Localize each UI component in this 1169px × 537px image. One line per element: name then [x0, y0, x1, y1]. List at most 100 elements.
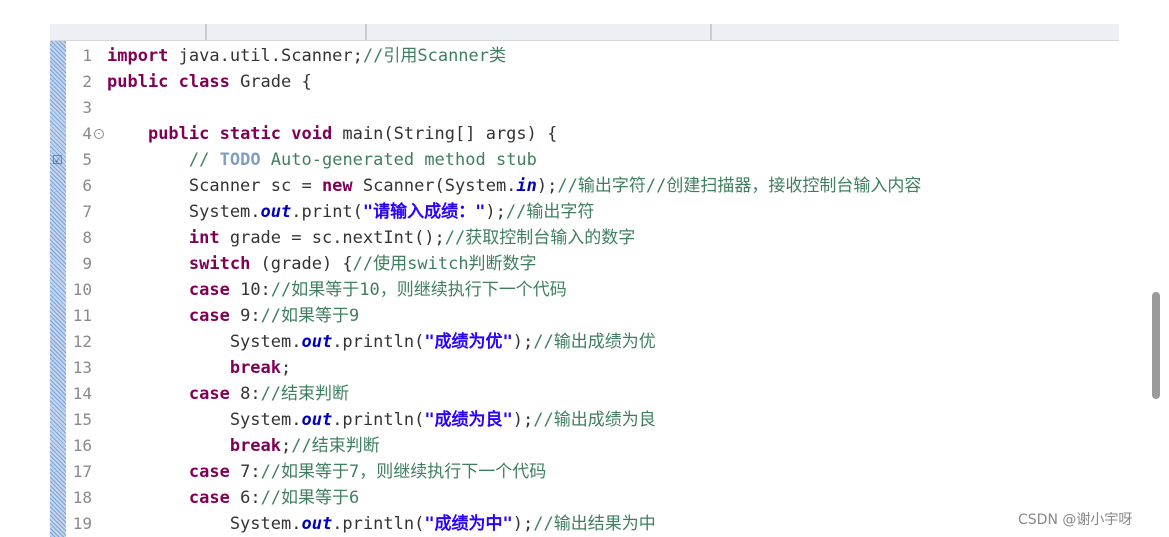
line-number: 12: [72, 332, 92, 351]
code-token: int: [188, 228, 220, 248]
code-token: //获取控制台输入的数字: [444, 228, 636, 248]
code-text: System.out.println("成绩为中");//输出结果为中: [107, 511, 656, 537]
code-token: grade = sc.nextInt();: [219, 228, 445, 248]
code-token: main(String[] args) {: [332, 124, 558, 144]
code-token: case: [188, 280, 230, 300]
code-text: System.out.println("成绩为良");//输出成绩为良: [107, 407, 656, 433]
code-token: break: [229, 358, 282, 378]
code-token: //如果等于6: [260, 488, 360, 508]
code-token: out: [301, 410, 333, 430]
code-token: 10:: [229, 280, 271, 300]
task-marker-icon[interactable]: ☑: [52, 153, 64, 167]
code-token: case: [188, 488, 230, 508]
code-text: case 9://如果等于9: [107, 303, 359, 329]
line-number: 8: [82, 228, 92, 247]
code-token: Scanner(System.: [352, 176, 517, 196]
code-token: (grade) {: [250, 254, 353, 274]
code-token: //结束判断: [291, 436, 380, 456]
editor-tab-strip[interactable]: [50, 24, 1119, 41]
code-text: break;//结束判断: [107, 433, 380, 459]
code-text: switch (grade) {//使用switch判断数字: [107, 251, 537, 277]
code-token: 6:: [229, 488, 261, 508]
code-token: System.: [107, 202, 261, 222]
line-number: 6: [82, 176, 92, 195]
code-token: public static void: [147, 124, 333, 144]
line-number: 14: [72, 384, 92, 403]
line-number: 19: [72, 514, 92, 533]
code-token: //结束判断: [260, 384, 350, 404]
code-text: public static void main(String[] args) {: [107, 121, 557, 147]
code-token: .println(: [332, 514, 425, 534]
code-token: import: [107, 46, 169, 66]
code-token: .print(: [291, 202, 363, 222]
code-token: TODO: [219, 150, 261, 170]
code-token: break: [229, 436, 282, 456]
code-token: //: [188, 150, 220, 170]
code-token: 8:: [229, 384, 261, 404]
line-number: 1: [82, 46, 92, 65]
line-number: 13: [72, 358, 92, 377]
line-number: 10: [72, 280, 92, 299]
tab-divider: [365, 24, 367, 40]
watermark: CSDN @谢小宇呀: [1018, 512, 1133, 528]
line-number: 9: [82, 254, 92, 273]
code-token: new: [321, 176, 353, 196]
code-token: //如果等于7，则继续执行下一个代码: [260, 462, 547, 482]
code-token: //输出字符: [505, 202, 595, 222]
code-token: ;: [281, 358, 292, 378]
code-token: case: [188, 384, 230, 404]
code-token: Auto-generated method stub: [260, 150, 537, 170]
code-token: System.: [107, 514, 302, 534]
code-token: //输出成绩为优: [533, 332, 656, 352]
code-token: ;: [281, 436, 292, 456]
fold-collapse-icon[interactable]: -: [94, 129, 104, 139]
code-token: );: [512, 410, 534, 430]
code-text: case 10://如果等于10，则继续执行下一个代码: [107, 277, 567, 303]
code-text: case 7://如果等于7，则继续执行下一个代码: [107, 459, 546, 485]
code-token: case: [188, 462, 230, 482]
code-token: out: [301, 514, 333, 534]
code-token: .println(: [332, 332, 425, 352]
code-token: "请输入成绩：": [362, 202, 486, 222]
code-editor[interactable]: 1 import java.util.Scanner;//引用Scanner类 2 p…: [50, 41, 1119, 537]
code-token: case: [188, 306, 230, 326]
code-text: case 6://如果等于6: [107, 485, 359, 511]
code-token: //输出成绩为良: [533, 410, 656, 430]
code-text: // TODO Auto-generated method stub: [107, 147, 537, 173]
code-token: //如果等于10，则继续执行下一个代码: [270, 280, 567, 300]
line-number: 11: [72, 306, 92, 325]
code-token: out: [301, 332, 333, 352]
code-text: public class Grade {: [107, 69, 312, 95]
line-number: 7: [82, 202, 92, 221]
vertical-scrollbar[interactable]: [1152, 292, 1160, 399]
code-text: System.out.println("成绩为优");//输出成绩为优: [107, 329, 656, 355]
code-token: System.: [107, 410, 302, 430]
code-token: System.: [107, 332, 302, 352]
code-token: java.util.Scanner;: [168, 46, 363, 66]
code-token: //使用switch判断数字: [352, 254, 537, 274]
code-token: );: [536, 176, 558, 196]
code-token: 7:: [229, 462, 261, 482]
code-token: );: [485, 202, 506, 222]
line-number: 16: [72, 436, 92, 455]
code-token: //输出结果为中: [533, 514, 656, 534]
tab-divider: [205, 24, 207, 40]
code-token: );: [512, 514, 534, 534]
line-number: 17: [72, 462, 92, 481]
code-token: 9:: [229, 306, 261, 326]
code-token: );: [512, 332, 534, 352]
code-token: //引用Scanner类: [362, 46, 507, 66]
code-text: System.out.print("请输入成绩：");//输出字符: [107, 199, 594, 225]
code-token: "成绩为良": [424, 410, 513, 430]
